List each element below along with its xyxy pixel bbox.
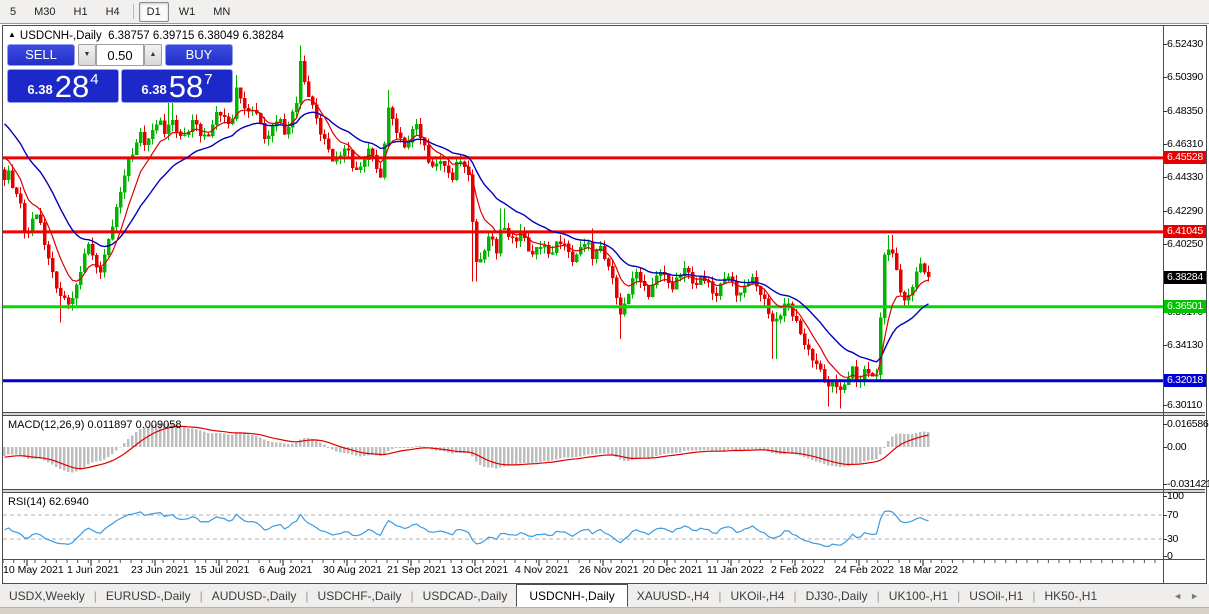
panel-divider[interactable]	[3, 489, 1205, 493]
tab-usdcnh-daily[interactable]: USDCNH-,Daily	[516, 584, 627, 607]
sell-price-box[interactable]: 6.38 28 4	[7, 69, 119, 103]
chart-ohlc-values: 6.38757 6.39715 6.38049 6.38284	[108, 30, 284, 42]
date-axis-label: 23 Jun 2021	[131, 564, 189, 576]
status-strip	[0, 608, 1209, 614]
panel-divider	[3, 559, 1205, 560]
timeframe-toolbar: 5M30H1H4 D1W1MN	[0, 0, 1209, 24]
buy-price-box[interactable]: 6.38 58 7	[121, 69, 233, 103]
price-badge: 6.32018	[1164, 374, 1206, 387]
date-axis-label: 26 Nov 2021	[579, 564, 639, 576]
volume-input[interactable]	[96, 44, 144, 66]
date-axis-label: 30 Aug 2021	[323, 564, 382, 576]
timeframe-button-d1[interactable]: D1	[139, 2, 169, 22]
tab-uk100-h1[interactable]: UK100-,H1	[880, 584, 957, 607]
price-tick-label: 6.46310	[1167, 138, 1209, 151]
volume-decrease-button[interactable]: ▼	[78, 44, 96, 66]
rsi-indicator-panel	[3, 493, 1163, 559]
buy-price-prefix: 6.38	[141, 82, 166, 97]
macd-indicator-label: MACD(12,26,9) 0.011897 0.009058	[8, 419, 181, 431]
sell-price-big: 28	[55, 73, 89, 101]
price-tick-label: 6.30110	[1167, 399, 1209, 412]
rsi-indicator-label: RSI(14) 62.6940	[8, 496, 89, 508]
sell-button[interactable]: SELL	[7, 44, 75, 66]
rsi-axis-label: 100	[1167, 490, 1209, 503]
chart-symbol-label: USDCNH-,Daily	[20, 30, 102, 42]
tab-usdcad-daily[interactable]: USDCAD-,Daily	[414, 584, 517, 607]
timeframe-button-mn[interactable]: MN	[205, 2, 238, 22]
price-tick-label: 6.48350	[1167, 105, 1209, 118]
date-axis-label: 4 Nov 2021	[515, 564, 569, 576]
date-axis-label: 11 Jan 2022	[707, 564, 764, 576]
date-axis-label: 10 May 2021	[3, 564, 64, 576]
buy-button[interactable]: BUY	[165, 44, 233, 66]
sell-price-sup: 4	[90, 71, 98, 88]
tab-dj30-daily[interactable]: DJ30-,Daily	[797, 584, 877, 607]
price-tick-label: 6.50390	[1167, 71, 1209, 84]
rsi-axis-label: 70	[1167, 509, 1209, 522]
collapse-triangle-icon[interactable]: ▲	[8, 30, 16, 39]
tab-usdchf-daily[interactable]: USDCHF-,Daily	[309, 584, 411, 607]
volume-increase-button[interactable]: ▲	[144, 44, 162, 66]
date-axis-label: 24 Feb 2022	[835, 564, 894, 576]
buy-price-big: 58	[169, 73, 203, 101]
slow-ma-line	[5, 112, 929, 362]
sell-price-prefix: 6.38	[27, 82, 52, 97]
tab-audusd-daily[interactable]: AUDUSD-,Daily	[203, 584, 306, 607]
tab-eurusd-daily[interactable]: EURUSD-,Daily	[97, 584, 200, 607]
tab-hk50-h1[interactable]: HK50-,H1	[1035, 584, 1106, 607]
date-axis-label: 21 Sep 2021	[387, 564, 447, 576]
price-badge: 6.36501	[1164, 300, 1206, 313]
chevron-down-icon: ▼	[84, 51, 91, 58]
rsi-line	[5, 511, 929, 547]
timeframe-button-m30[interactable]: M30	[26, 2, 63, 22]
date-axis-label: 20 Dec 2021	[643, 564, 703, 576]
date-axis-label: 6 Aug 2021	[259, 564, 312, 576]
tab-scroll-left-icon[interactable]: ◄	[1173, 591, 1182, 601]
date-axis-label: 1 Jun 2021	[67, 564, 119, 576]
date-axis-label: 15 Jul 2021	[195, 564, 249, 576]
date-axis-label: 13 Oct 2021	[451, 564, 508, 576]
chevron-up-icon: ▲	[150, 51, 157, 58]
chart-ohlc-header: ▲ USDCNH-,Daily 6.38757 6.39715 6.38049 6…	[8, 30, 284, 42]
timeframe-button-5[interactable]: 5	[2, 2, 24, 22]
symbol-tab-bar: USDX,Weekly|EURUSD-,Daily|AUDUSD-,Daily|…	[0, 584, 1209, 608]
macd-axis-label: 0.016586	[1167, 418, 1209, 431]
panel-divider[interactable]	[3, 412, 1205, 416]
price-tick-label: 6.40250	[1167, 238, 1209, 251]
price-tick-label: 6.44330	[1167, 171, 1209, 184]
rsi-axis-label: 30	[1167, 533, 1209, 546]
price-tick-label: 6.42290	[1167, 205, 1209, 218]
date-axis-label: 18 Mar 2022	[899, 564, 958, 576]
date-axis-label: 2 Feb 2022	[771, 564, 824, 576]
macd-axis-label: 0.00	[1167, 441, 1209, 454]
price-tick-label: 6.52430	[1167, 38, 1209, 51]
rsi-axis-label: 0	[1167, 550, 1209, 563]
timeframe-button-w1[interactable]: W1	[171, 2, 204, 22]
tab-xauusd-h4[interactable]: XAUUSD-,H4	[628, 584, 719, 607]
one-click-trading-panel: SELL ▼ ▲ BUY 6.38 28 4 6.38 58 7	[7, 44, 233, 103]
tab-scroll-arrows: ◄►	[1155, 584, 1209, 607]
toolbar-separator	[133, 4, 134, 19]
tab-ukoil-h4[interactable]: UKOil-,H4	[722, 584, 794, 607]
price-badge: 6.38284	[1164, 271, 1206, 284]
buy-price-sup: 7	[204, 71, 212, 88]
tab-usdx-weekly[interactable]: USDX,Weekly	[0, 584, 94, 607]
tab-scroll-right-icon[interactable]: ►	[1190, 591, 1199, 601]
price-tick-label: 6.34130	[1167, 339, 1209, 352]
tab-usoil-h1[interactable]: USOil-,H1	[960, 584, 1032, 607]
price-badge: 6.41045	[1164, 225, 1206, 238]
timeframe-button-h4[interactable]: H4	[98, 2, 128, 22]
price-badge: 6.45528	[1164, 151, 1206, 164]
timeframe-button-h1[interactable]: H1	[66, 2, 96, 22]
